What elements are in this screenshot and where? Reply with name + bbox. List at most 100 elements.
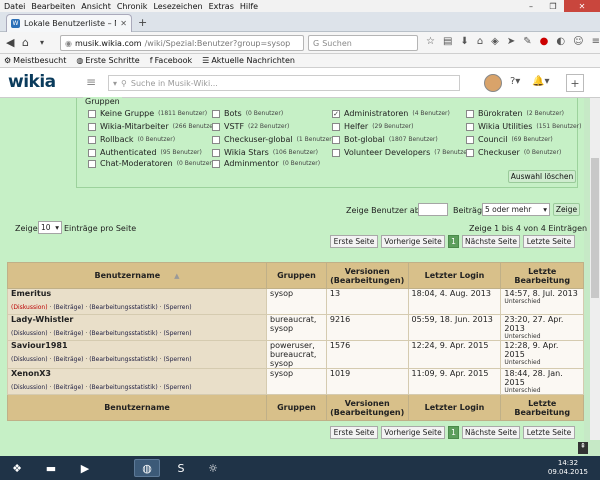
checkbox-icon[interactable]	[466, 122, 474, 131]
stats-link[interactable]: (Bearbeitungsstatistik)	[89, 304, 158, 311]
discussion-link[interactable]: (Diskussion)	[11, 384, 48, 391]
users-from-input[interactable]	[418, 203, 448, 216]
page-scrollbar[interactable]	[590, 98, 600, 440]
checkbox-icon[interactable]	[88, 148, 96, 157]
clear-selection-button[interactable]: Auswahl löschen	[508, 170, 576, 183]
next-page-button[interactable]: Nächste Seite	[462, 235, 520, 248]
last-page-button-bottom[interactable]: Letzte Seite	[523, 426, 575, 439]
group-checkbox-item[interactable]: VSTF (22 Benutzer)	[212, 122, 289, 131]
prev-page-button-bottom[interactable]: Vorherige Seite	[381, 426, 445, 439]
group-checkbox-item[interactable]: Council (69 Benutzer)	[466, 135, 553, 144]
per-page-select[interactable]: 10 ▾	[38, 221, 62, 234]
add-icon[interactable]: +	[566, 74, 584, 92]
username-link[interactable]: Saviour1981	[11, 341, 263, 350]
bookmark-facebook[interactable]: f Facebook	[150, 56, 192, 65]
group-checkbox-item[interactable]: Helfer (29 Benutzer)	[332, 122, 413, 131]
skype-icon[interactable]: S	[168, 459, 194, 477]
username-link[interactable]: XenonX3	[11, 369, 263, 378]
url-bar[interactable]: ◉ musik.wikia.com/wiki/Spezial:Benutzer?…	[60, 35, 304, 51]
contribs-link[interactable]: (Beiträge)	[53, 384, 83, 391]
avatar[interactable]	[484, 74, 502, 92]
col-groups[interactable]: Gruppen	[266, 262, 327, 289]
checkbox-icon[interactable]	[466, 109, 474, 118]
show-button[interactable]: Zeige	[553, 203, 580, 216]
discussion-link[interactable]: (Diskussion)	[11, 304, 48, 311]
adblock-icon[interactable]: ●	[540, 36, 549, 47]
edits-select[interactable]: 5 oder mehr ▾	[482, 203, 550, 216]
col-username[interactable]: Benutzername ▲	[6, 262, 268, 289]
close-tab-icon[interactable]: ✕	[120, 19, 127, 28]
checkbox-icon[interactable]	[212, 135, 220, 144]
contribs-link[interactable]: (Beiträge)	[53, 356, 83, 363]
group-checkbox-item[interactable]: Adminmentor (0 Benutzer)	[212, 159, 320, 168]
block-link[interactable]: (Sperren)	[163, 304, 191, 311]
checkbox-icon[interactable]	[212, 109, 220, 118]
home-icon[interactable]: ⌂	[22, 36, 29, 49]
diff-link[interactable]: Unterschied	[504, 298, 580, 305]
diff-link[interactable]: Unterschied	[504, 359, 580, 366]
last-edit-link[interactable]: 12:28, 9. Apr. 2015	[504, 341, 558, 359]
group-checkbox-item[interactable]: Keine Gruppe (1811 Benutzer)	[88, 109, 207, 118]
diff-link[interactable]: Unterschied	[504, 333, 580, 340]
new-tab-icon[interactable]: +	[138, 16, 147, 29]
discussion-link[interactable]: (Diskussion)	[11, 356, 48, 363]
menu-lesezeichen[interactable]: Lesezeichen	[153, 2, 202, 11]
username-link[interactable]: Emeritus	[11, 289, 263, 298]
group-checkbox-item[interactable]: Wikia Stars (106 Benutzer)	[212, 148, 318, 157]
first-page-button-bottom[interactable]: Erste Seite	[330, 426, 378, 439]
last-edit-link[interactable]: 18:44, 28. Jan. 2015	[504, 369, 562, 387]
checkbox-icon[interactable]	[332, 135, 340, 144]
menu-extras[interactable]: Extras	[209, 2, 234, 11]
scrollbar-thumb[interactable]	[591, 158, 599, 298]
stats-link[interactable]: (Bearbeitungsstatistik)	[89, 330, 158, 337]
help-icon[interactable]: ?▾	[510, 76, 520, 87]
contribs-link[interactable]: (Beiträge)	[53, 304, 83, 311]
discussion-link[interactable]: (Diskussion)	[11, 330, 48, 337]
menu-chronik[interactable]: Chronik	[117, 2, 148, 11]
block-link[interactable]: (Sperren)	[163, 384, 191, 391]
checkbox-icon[interactable]	[88, 159, 96, 168]
col-last-login[interactable]: Letzter Login	[407, 262, 502, 289]
checkbox-icon[interactable]	[212, 122, 220, 131]
wikia-logo[interactable]: wikia	[8, 72, 56, 92]
checkbox-icon[interactable]	[466, 148, 474, 157]
group-checkbox-item[interactable]: Rollback (0 Benutzer)	[88, 135, 175, 144]
group-checkbox-item[interactable]: Volunteer Developers (7 Benutzer)	[332, 148, 472, 157]
home-button-icon[interactable]: ⌂	[477, 36, 483, 47]
notifications-icon[interactable]: 🔔▾	[532, 76, 549, 87]
last-edit-link[interactable]: 23:20, 27. Apr. 2013	[504, 315, 563, 333]
checkbox-icon[interactable]	[212, 148, 220, 157]
share-icon[interactable]: ➤	[507, 36, 515, 47]
media-player-icon[interactable]: ▶	[72, 459, 98, 477]
checkbox-icon[interactable]	[466, 135, 474, 144]
col-last-edit[interactable]: Letzte Bearbeitung	[500, 262, 584, 289]
maximize-icon[interactable]: ❐	[542, 0, 564, 12]
username-link[interactable]: Lady-Whistler	[11, 315, 263, 324]
settings-icon[interactable]: ☼	[200, 459, 226, 477]
group-checkbox-item[interactable]: Authenticated (95 Benutzer)	[88, 148, 202, 157]
checkbox-icon[interactable]	[88, 122, 96, 131]
current-page-button-bottom[interactable]: 1	[448, 426, 459, 439]
chat-icon[interactable]: ☺	[573, 36, 583, 47]
menu-hilfe[interactable]: Hilfe	[240, 2, 258, 11]
prev-page-button[interactable]: Vorherige Seite	[381, 235, 445, 248]
start-button-icon[interactable]: ❖	[4, 459, 30, 477]
group-checkbox-item[interactable]: Checkuser (0 Benutzer)	[466, 148, 561, 157]
group-checkbox-item[interactable]: Bürokraten (2 Benutzer)	[466, 109, 564, 118]
star-icon[interactable]: ☆	[426, 36, 435, 47]
diff-link[interactable]: Unterschied	[504, 387, 580, 394]
scroll-top-icon[interactable]: ⇞	[578, 442, 588, 454]
bookmark-meistbesucht[interactable]: ⚙ Meistbesucht	[4, 56, 66, 65]
menu-ansicht[interactable]: Ansicht	[81, 2, 111, 11]
group-checkbox-item[interactable]: ✓ Administratoren (4 Benutzer)	[332, 109, 450, 118]
browser-search-input[interactable]: G Suchen	[308, 35, 418, 51]
firefox-taskbar-icon[interactable]: ◍	[134, 459, 160, 477]
clock[interactable]: 14:32 09.04.2015	[548, 459, 588, 477]
close-window-icon[interactable]: ✕	[564, 0, 600, 12]
group-checkbox-item[interactable]: Chat-Moderatoren (0 Benutzer)	[88, 159, 214, 168]
hamburger-icon[interactable]: ≡	[86, 75, 96, 89]
current-page-button[interactable]: 1	[448, 235, 459, 248]
dropdown-icon[interactable]: ▾	[40, 38, 44, 47]
col-edits[interactable]: Versionen (Bearbeitungen)	[325, 262, 409, 289]
minimize-icon[interactable]: –	[520, 0, 542, 12]
